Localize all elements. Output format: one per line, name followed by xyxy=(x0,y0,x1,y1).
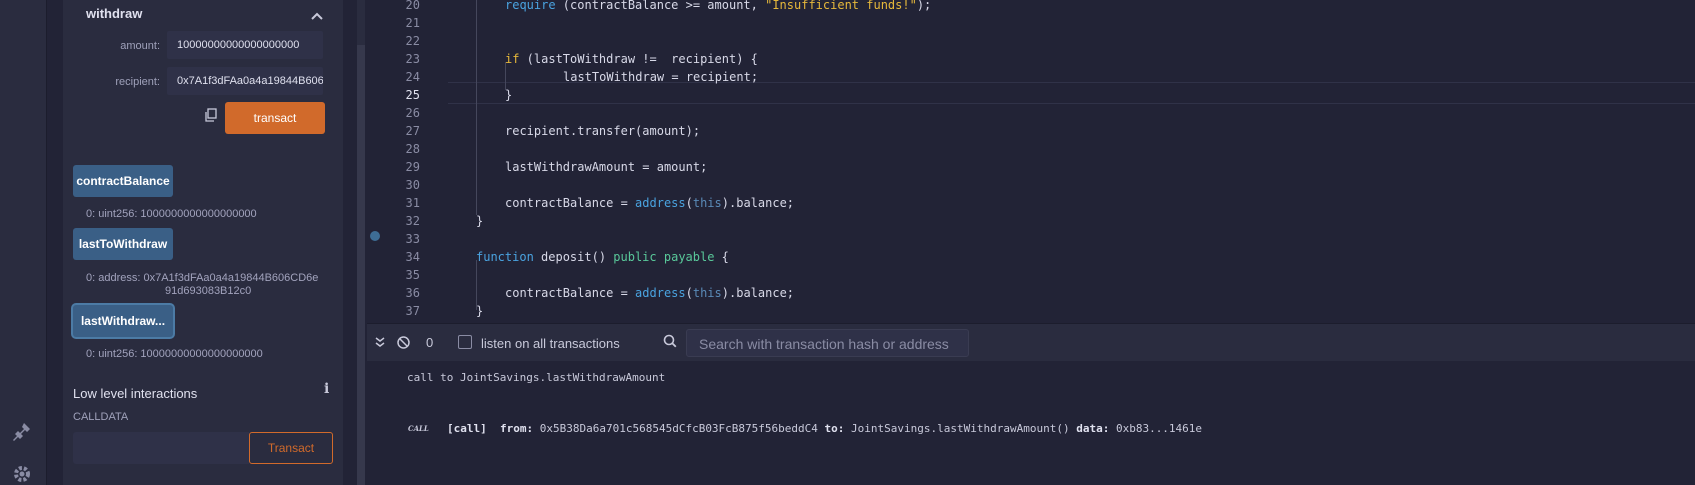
line-number: 26 xyxy=(405,106,420,120)
line-number: 35 xyxy=(405,268,420,282)
current-line-highlight xyxy=(448,82,1695,104)
code-text: (contractBalance >= amount, xyxy=(555,0,766,12)
keyword: function xyxy=(476,250,534,264)
code-text: { xyxy=(714,250,729,264)
collapse-icon[interactable] xyxy=(374,336,386,351)
keyword: address xyxy=(635,286,686,300)
line-number: 34 xyxy=(405,250,420,264)
line-number: 23 xyxy=(405,52,420,66)
indent-guide xyxy=(476,0,477,215)
code-text: ); xyxy=(916,0,932,12)
indent-guide xyxy=(476,260,477,310)
code-text: ).balance; xyxy=(721,286,795,300)
from-value: 0x5B38Da6a701c568545dCfcB03FcB875f56bedd… xyxy=(539,422,818,435)
line-number: 36 xyxy=(405,286,420,300)
data-value: 0xb83...1461e xyxy=(1115,422,1203,435)
code-line-36: contractBalance = address(this).balance; xyxy=(505,286,795,300)
data-label: data: xyxy=(1076,422,1110,435)
last-to-withdraw-result: 0: address: 0x7A1f3dFAa0a4a19844B606CD6e… xyxy=(86,272,318,298)
keyword: this xyxy=(692,196,722,210)
transact-button[interactable]: transact xyxy=(225,102,325,134)
keyword: public xyxy=(613,250,657,264)
call-tag: [call] xyxy=(447,422,487,435)
clear-icon[interactable] xyxy=(397,336,410,352)
keyword: require xyxy=(505,0,556,12)
line-number: 27 xyxy=(405,124,420,138)
result-line: 91d693083B12c0 xyxy=(165,285,252,297)
code-line-32: } xyxy=(476,214,484,228)
line-number: 24 xyxy=(405,70,420,84)
function-title: withdraw xyxy=(86,6,143,21)
line-number: 33 xyxy=(405,232,420,246)
code-text: contractBalance = xyxy=(505,286,636,300)
keyword: payable xyxy=(663,250,715,264)
terminal-call-entry[interactable]: [call] from: 0x5B38Da6a701c568545dCfcB03… xyxy=(447,422,1202,435)
code-line-25: } xyxy=(505,88,513,102)
chevron-up-icon[interactable] xyxy=(311,8,323,26)
to-label: to: xyxy=(824,422,845,435)
line-number: 28 xyxy=(405,142,420,156)
code-text: ).balance; xyxy=(721,196,795,210)
line-number: 29 xyxy=(405,160,420,174)
line-number: 31 xyxy=(405,196,420,210)
line-number: 21 xyxy=(405,16,420,30)
indent-guide xyxy=(505,62,506,90)
search-icon xyxy=(663,334,677,353)
line-number: 22 xyxy=(405,34,420,48)
code-text: contractBalance = xyxy=(505,196,636,210)
amount-input[interactable]: 10000000000000000000 xyxy=(166,30,324,60)
tx-search-input[interactable]: Search with transaction hash or address xyxy=(686,329,969,357)
recipient-input[interactable]: 0x7A1f3dFAa0a4a19844B606CD6e91d693083B12… xyxy=(166,66,324,96)
settings-icon[interactable] xyxy=(11,463,33,485)
to-value: JointSavings.lastWithdrawAmount() xyxy=(851,422,1070,435)
terminal-log-line: call to JointSavings.lastWithdrawAmount xyxy=(407,371,666,384)
code-line-34: function deposit() public payable { xyxy=(476,250,729,264)
line-number: 32 xyxy=(405,214,420,228)
string-literal: "Insufficient funds!" xyxy=(765,0,917,12)
line-number-current: 25 xyxy=(405,88,420,102)
low-level-title: Low level interactions xyxy=(73,386,198,401)
low-level-transact-button[interactable]: Transact xyxy=(249,432,333,464)
recipient-label: recipient: xyxy=(115,76,160,88)
calldata-label: CALLDATA xyxy=(73,411,129,423)
contract-balance-button[interactable]: contractBalance xyxy=(73,165,173,197)
icon-panel xyxy=(0,0,47,485)
info-icon[interactable]: i xyxy=(324,381,329,397)
code-line-29: lastWithdrawAmount = amount; xyxy=(505,160,708,174)
plugin-icon[interactable] xyxy=(11,420,33,442)
code-line-37: } xyxy=(476,304,484,318)
listen-checkbox[interactable] xyxy=(458,335,472,349)
keyword: if xyxy=(505,52,520,66)
code-line-24: lastToWithdraw = recipient; xyxy=(563,70,759,84)
last-withdraw-amount-result: 0: uint256: 10000000000000000000 xyxy=(86,348,263,360)
code-line-20: require (contractBalance >= amount, "Ins… xyxy=(505,0,931,12)
last-to-withdraw-button[interactable]: lastToWithdraw xyxy=(73,228,173,260)
from-label: from: xyxy=(500,422,534,435)
pending-tx-count: 0 xyxy=(426,335,434,350)
contract-balance-result: 0: uint256: 1000000000000000000 xyxy=(86,208,257,220)
line-number: 37 xyxy=(405,304,420,318)
line-number: 20 xyxy=(405,0,420,12)
code-line-27: recipient.transfer(amount); xyxy=(505,124,701,138)
code-line-23: if (lastToWithdraw != recipient) { xyxy=(505,52,758,66)
code-text: deposit() xyxy=(533,250,614,264)
code-line-31: contractBalance = address(this).balance; xyxy=(505,196,795,210)
last-withdraw-amount-button[interactable]: lastWithdraw... xyxy=(73,305,173,337)
call-badge: CALL xyxy=(408,424,429,433)
scrollbar-thumb[interactable] xyxy=(357,45,365,485)
result-line: 0: address: 0x7A1f3dFAa0a4a19844B606CD6e xyxy=(86,272,319,284)
calldata-input[interactable] xyxy=(73,432,249,464)
panel-scrollbar[interactable] xyxy=(357,0,365,485)
breakpoint-marker[interactable] xyxy=(370,231,380,241)
listen-label: listen on all transactions xyxy=(481,336,620,351)
amount-label: amount: xyxy=(120,40,160,52)
code-text: (lastToWithdraw != recipient) { xyxy=(519,52,758,66)
keyword: address xyxy=(635,196,686,210)
line-number: 30 xyxy=(405,178,420,192)
keyword: this xyxy=(692,286,722,300)
copy-icon[interactable] xyxy=(204,108,218,127)
